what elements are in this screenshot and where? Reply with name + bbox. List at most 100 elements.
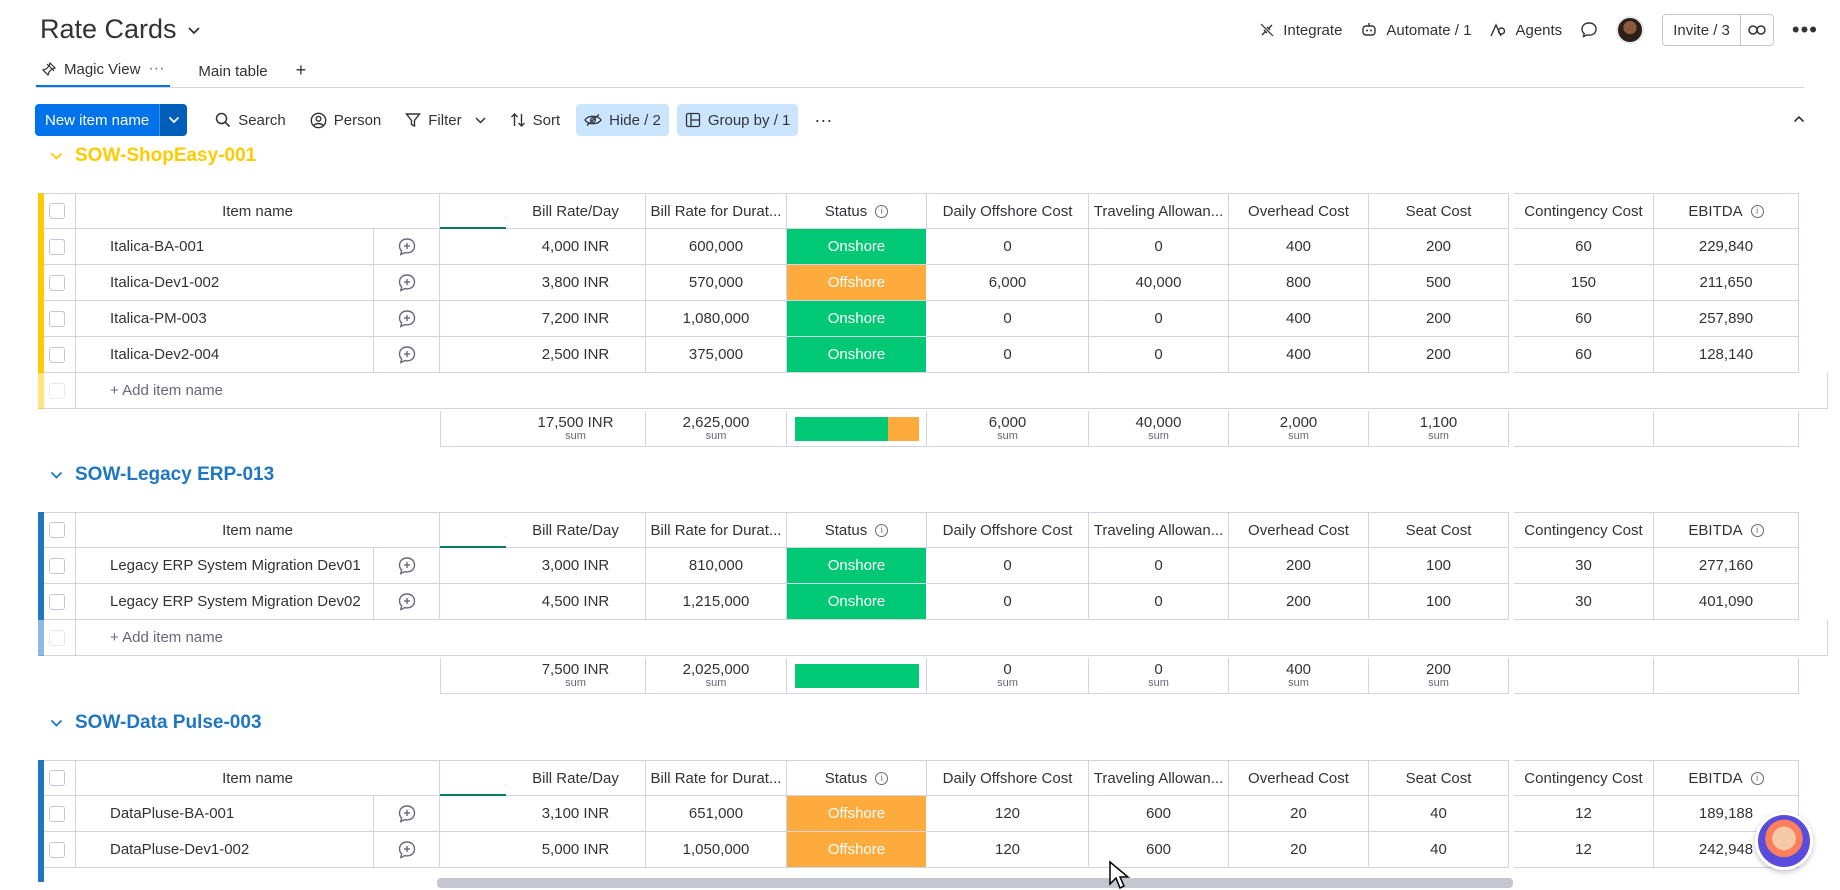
column-header-ebitda[interactable]: EBITDA i <box>1654 512 1799 548</box>
traveling-cell[interactable]: 0 <box>1089 301 1229 337</box>
column-header-bill-rate-duration[interactable]: Bill Rate for Durat... <box>646 760 787 796</box>
overhead-cell[interactable]: 200 <box>1229 584 1369 620</box>
chevron-down-icon[interactable] <box>50 716 63 731</box>
bill-rate-duration-cell[interactable]: 651,000 <box>646 796 787 832</box>
agents-button[interactable]: Agents <box>1489 22 1562 39</box>
checkbox[interactable] <box>48 593 65 610</box>
contingency-cell[interactable]: 60 <box>1514 229 1654 265</box>
bill-rate-duration-cell[interactable]: 1,050,000 <box>646 832 787 868</box>
info-icon[interactable]: i <box>875 523 889 537</box>
add-update-cell[interactable] <box>374 832 440 868</box>
item-name-cell[interactable]: Legacy ERP System Migration Dev01 <box>76 548 374 584</box>
add-update-icon[interactable] <box>397 556 417 576</box>
table-row[interactable]: Italica-PM-003 7,200 INR 1,080,000 Onshore 0… <box>38 301 1828 337</box>
status-cell[interactable]: Onshore <box>787 584 927 620</box>
ebitda-cell[interactable]: 401,090 <box>1654 584 1799 620</box>
add-item-row[interactable]: + Add item name <box>38 620 1828 656</box>
contingency-cell[interactable]: 12 <box>1514 832 1654 868</box>
board-title[interactable]: Rate Cards <box>40 14 201 45</box>
column-header-item-name[interactable]: Item name <box>76 512 440 548</box>
column-header-seat[interactable]: Seat Cost <box>1369 193 1509 229</box>
status-cell[interactable]: Onshore <box>787 229 927 265</box>
column-header-traveling[interactable]: Traveling Allowan... <box>1089 512 1229 548</box>
hide-columns-button[interactable]: Hide / 2 <box>576 104 669 136</box>
add-update-icon[interactable] <box>397 345 417 365</box>
daily-offshore-cell[interactable]: 120 <box>927 832 1089 868</box>
invite-button[interactable]: Invite / 3 <box>1662 14 1774 46</box>
contingency-cell[interactable]: 30 <box>1514 548 1654 584</box>
overhead-cell[interactable]: 20 <box>1229 796 1369 832</box>
add-update-cell[interactable] <box>374 229 440 265</box>
checkbox[interactable] <box>48 346 65 363</box>
column-header-daily-offshore[interactable]: Daily Offshore Cost <box>927 512 1089 548</box>
bill-rate-duration-cell[interactable]: 1,215,000 <box>646 584 787 620</box>
tab-main-table[interactable]: Main table <box>192 63 273 87</box>
seat-cell[interactable]: 100 <box>1369 548 1509 584</box>
checkbox[interactable] <box>48 310 65 327</box>
ebitda-cell[interactable]: 128,140 <box>1654 337 1799 373</box>
tab-magic-view[interactable]: Magic View ··· <box>36 60 171 87</box>
contingency-cell[interactable]: 60 <box>1514 301 1654 337</box>
status-distribution[interactable] <box>794 416 919 441</box>
ebitda-cell[interactable]: 211,650 <box>1654 265 1799 301</box>
table-row[interactable]: Legacy ERP System Migration Dev02 4,500 I… <box>38 584 1828 620</box>
more-toolbar-icon[interactable]: ··· <box>806 104 840 136</box>
add-update-icon[interactable] <box>397 804 417 824</box>
column-header-ebitda[interactable]: EBITDA i <box>1654 760 1799 796</box>
table-row[interactable]: Legacy ERP System Migration Dev01 3,000 I… <box>38 548 1828 584</box>
bill-rate-day-cell[interactable]: 3,100 INR <box>506 796 646 832</box>
info-icon[interactable]: i <box>1750 771 1764 785</box>
column-header-item-name[interactable]: Item name <box>76 193 440 229</box>
add-item-row[interactable]: + Add item name <box>38 373 1828 409</box>
status-cell[interactable]: Onshore <box>787 301 927 337</box>
contingency-cell[interactable]: 150 <box>1514 265 1654 301</box>
column-header-traveling[interactable]: Traveling Allowan... <box>1089 760 1229 796</box>
chevron-down-icon[interactable] <box>159 104 188 136</box>
bill-rate-day-cell[interactable]: 5,000 INR <box>506 832 646 868</box>
horizontal-scrollbar[interactable] <box>437 878 1513 888</box>
more-options-icon[interactable]: ••• <box>1792 19 1818 41</box>
column-header-status[interactable]: Status i <box>787 512 927 548</box>
add-update-cell[interactable] <box>374 301 440 337</box>
daily-offshore-cell[interactable]: 0 <box>927 584 1089 620</box>
tab-menu-icon[interactable]: ··· <box>148 60 164 78</box>
chevron-down-icon[interactable] <box>50 149 63 164</box>
status-cell[interactable]: Offshore <box>787 832 927 868</box>
bill-rate-day-cell[interactable]: 2,500 INR <box>506 337 646 373</box>
checkbox[interactable] <box>48 805 65 822</box>
seat-cell[interactable]: 200 <box>1369 337 1509 373</box>
add-update-cell[interactable] <box>374 265 440 301</box>
column-header-traveling[interactable]: Traveling Allowan... <box>1089 193 1229 229</box>
traveling-cell[interactable]: 0 <box>1089 584 1229 620</box>
add-update-icon[interactable] <box>397 237 417 257</box>
status-distribution[interactable] <box>794 663 919 688</box>
column-header-contingency[interactable]: Contingency Cost <box>1514 193 1654 229</box>
daily-offshore-cell[interactable]: 120 <box>927 796 1089 832</box>
chevron-down-icon[interactable] <box>50 468 63 483</box>
overhead-cell[interactable]: 400 <box>1229 337 1369 373</box>
add-update-cell[interactable] <box>374 584 440 620</box>
column-header-ebitda[interactable]: EBITDA i <box>1654 193 1799 229</box>
seat-cell[interactable]: 200 <box>1369 229 1509 265</box>
column-header-seat[interactable]: Seat Cost <box>1369 760 1509 796</box>
checkbox[interactable] <box>48 841 65 858</box>
info-icon[interactable]: i <box>875 771 889 785</box>
checkbox[interactable] <box>48 274 65 291</box>
daily-offshore-cell[interactable]: 0 <box>927 548 1089 584</box>
new-item-button[interactable]: New item name <box>35 104 188 136</box>
add-view-icon[interactable]: + <box>296 60 307 87</box>
collapse-toolbar-icon[interactable] <box>1793 110 1805 127</box>
ebitda-cell[interactable]: 277,160 <box>1654 548 1799 584</box>
bill-rate-day-cell[interactable]: 7,200 INR <box>506 301 646 337</box>
column-header-bill-rate-day[interactable]: Bill Rate/Day <box>506 512 646 548</box>
ebitda-cell[interactable]: 229,840 <box>1654 229 1799 265</box>
column-header-seat[interactable]: Seat Cost <box>1369 512 1509 548</box>
status-cell[interactable]: Offshore <box>787 265 927 301</box>
filter-button[interactable]: Filter <box>397 104 493 136</box>
daily-offshore-cell[interactable]: 6,000 <box>927 265 1089 301</box>
chevron-down-icon[interactable] <box>475 116 486 124</box>
item-name-cell[interactable]: Legacy ERP System Migration Dev02 <box>76 584 374 620</box>
checkbox[interactable] <box>48 770 65 786</box>
info-icon[interactable]: i <box>875 204 889 218</box>
status-cell[interactable]: Offshore <box>787 796 927 832</box>
